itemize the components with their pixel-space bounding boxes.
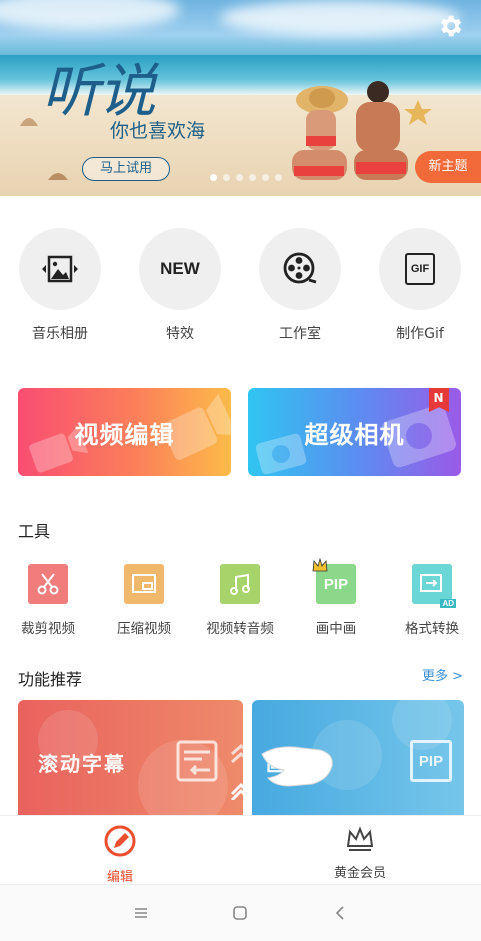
edit-pen-icon [104,825,136,857]
feature-circle: NEW [139,228,221,310]
feature-make-gif[interactable]: GIF 制作Gif [365,228,475,343]
carousel-indicator [210,174,282,181]
recommend-card-label: 滚动字幕 [38,752,126,776]
subtitle-icon [176,740,218,782]
starfish-icon [404,100,432,125]
video-edit-label: 视频编辑 [74,420,175,449]
feature-label: 制作Gif [396,326,444,342]
new-theme-button[interactable]: 新主题 [415,151,481,183]
pip-card-icon-text: PIP [418,752,444,770]
nav-tab-gold-member[interactable]: 黄金会员 [300,824,420,881]
recommend-card-scrolling-subtitle[interactable]: 滚动字幕 [18,700,243,830]
tool-compress-video[interactable]: 压缩视频 [94,564,194,637]
banner-subtitle: 你也喜欢海 [110,120,206,142]
shell-icon [20,118,38,126]
carousel-dot[interactable] [223,174,230,181]
crown-badge-icon [312,558,328,572]
feature-circle [259,228,341,310]
music-note-icon [220,564,260,604]
swipe-hand-icon [261,746,333,787]
feature-label: 特效 [166,326,194,342]
carousel-dot[interactable] [249,174,256,181]
system-navigation-bar [0,884,481,941]
compress-icon [124,564,164,604]
new-effect-icon: NEW [160,259,200,278]
tool-label: 裁剪视频 [21,621,75,637]
swipe-up-hint-icon [230,743,252,800]
video-edit-button[interactable]: 视频编辑 [18,388,231,476]
format-convert-icon: AD [412,564,456,608]
carousel-dot[interactable] [236,174,243,181]
ad-badge: AD [440,599,456,608]
theme-banner[interactable]: 听说 你也喜欢海 马上试用 新主题 [0,0,481,196]
recommend-section-title: 功能推荐 [18,670,83,689]
nav-tab-label: 黄金会员 [333,866,386,881]
pip-icon-text: PIP [323,575,349,593]
gif-icon: GIF [405,253,435,285]
nav-tab-label: 编辑 [106,870,133,885]
carousel-dot[interactable] [275,174,282,181]
bottom-navigation: 编辑 黄金会员 [0,815,481,885]
more-link[interactable]: 更多 > [422,665,463,684]
home-icon[interactable] [230,903,250,923]
menu-icon[interactable] [131,903,151,923]
pip-card-icon: PIP [410,740,452,782]
photo-album-icon [42,255,78,283]
shell-icon [48,173,68,180]
super-camera-button[interactable]: 超级相机 N [248,388,461,476]
nav-tab-edit[interactable]: 编辑 [60,824,180,885]
crown-icon [346,826,374,851]
tool-picture-in-picture[interactable]: PIP 画中画 [286,558,386,637]
carousel-dot[interactable] [262,174,269,181]
gear-icon[interactable] [436,12,464,40]
tool-label: 视频转音频 [206,621,274,637]
scissors-icon [28,564,68,604]
tool-label: 格式转换 [405,621,459,637]
camera-deco-icon [255,433,307,475]
pip-icon: PIP [312,558,356,604]
film-reel-icon [283,252,317,284]
cloud [220,0,460,36]
super-camera-label: 超级相机 [304,420,405,449]
feature-studio[interactable]: 工作室 [245,228,355,343]
try-now-button[interactable]: 马上试用 [82,157,170,181]
beach-couple-image [292,81,408,180]
tool-video-to-audio[interactable]: 视频转音频 [190,564,290,637]
feature-circle: GIF [379,228,461,310]
carousel-dot[interactable] [210,174,217,181]
feature-music-album[interactable]: 音乐相册 [5,228,115,343]
tool-label: 画中画 [315,621,357,637]
gif-icon-text: GIF [410,263,430,275]
tools-section-title: 工具 [18,522,51,541]
feature-label: 工作室 [279,326,321,342]
tool-label: 压缩视频 [117,621,171,637]
feature-effects[interactable]: NEW 特效 [125,228,235,343]
cloud [0,0,180,30]
tool-format-convert[interactable]: AD 格式转换 [382,564,481,637]
feature-circle [19,228,101,310]
back-icon[interactable] [330,903,350,923]
feature-label: 音乐相册 [32,326,88,342]
tool-trim-video[interactable]: 裁剪视频 [0,564,98,637]
